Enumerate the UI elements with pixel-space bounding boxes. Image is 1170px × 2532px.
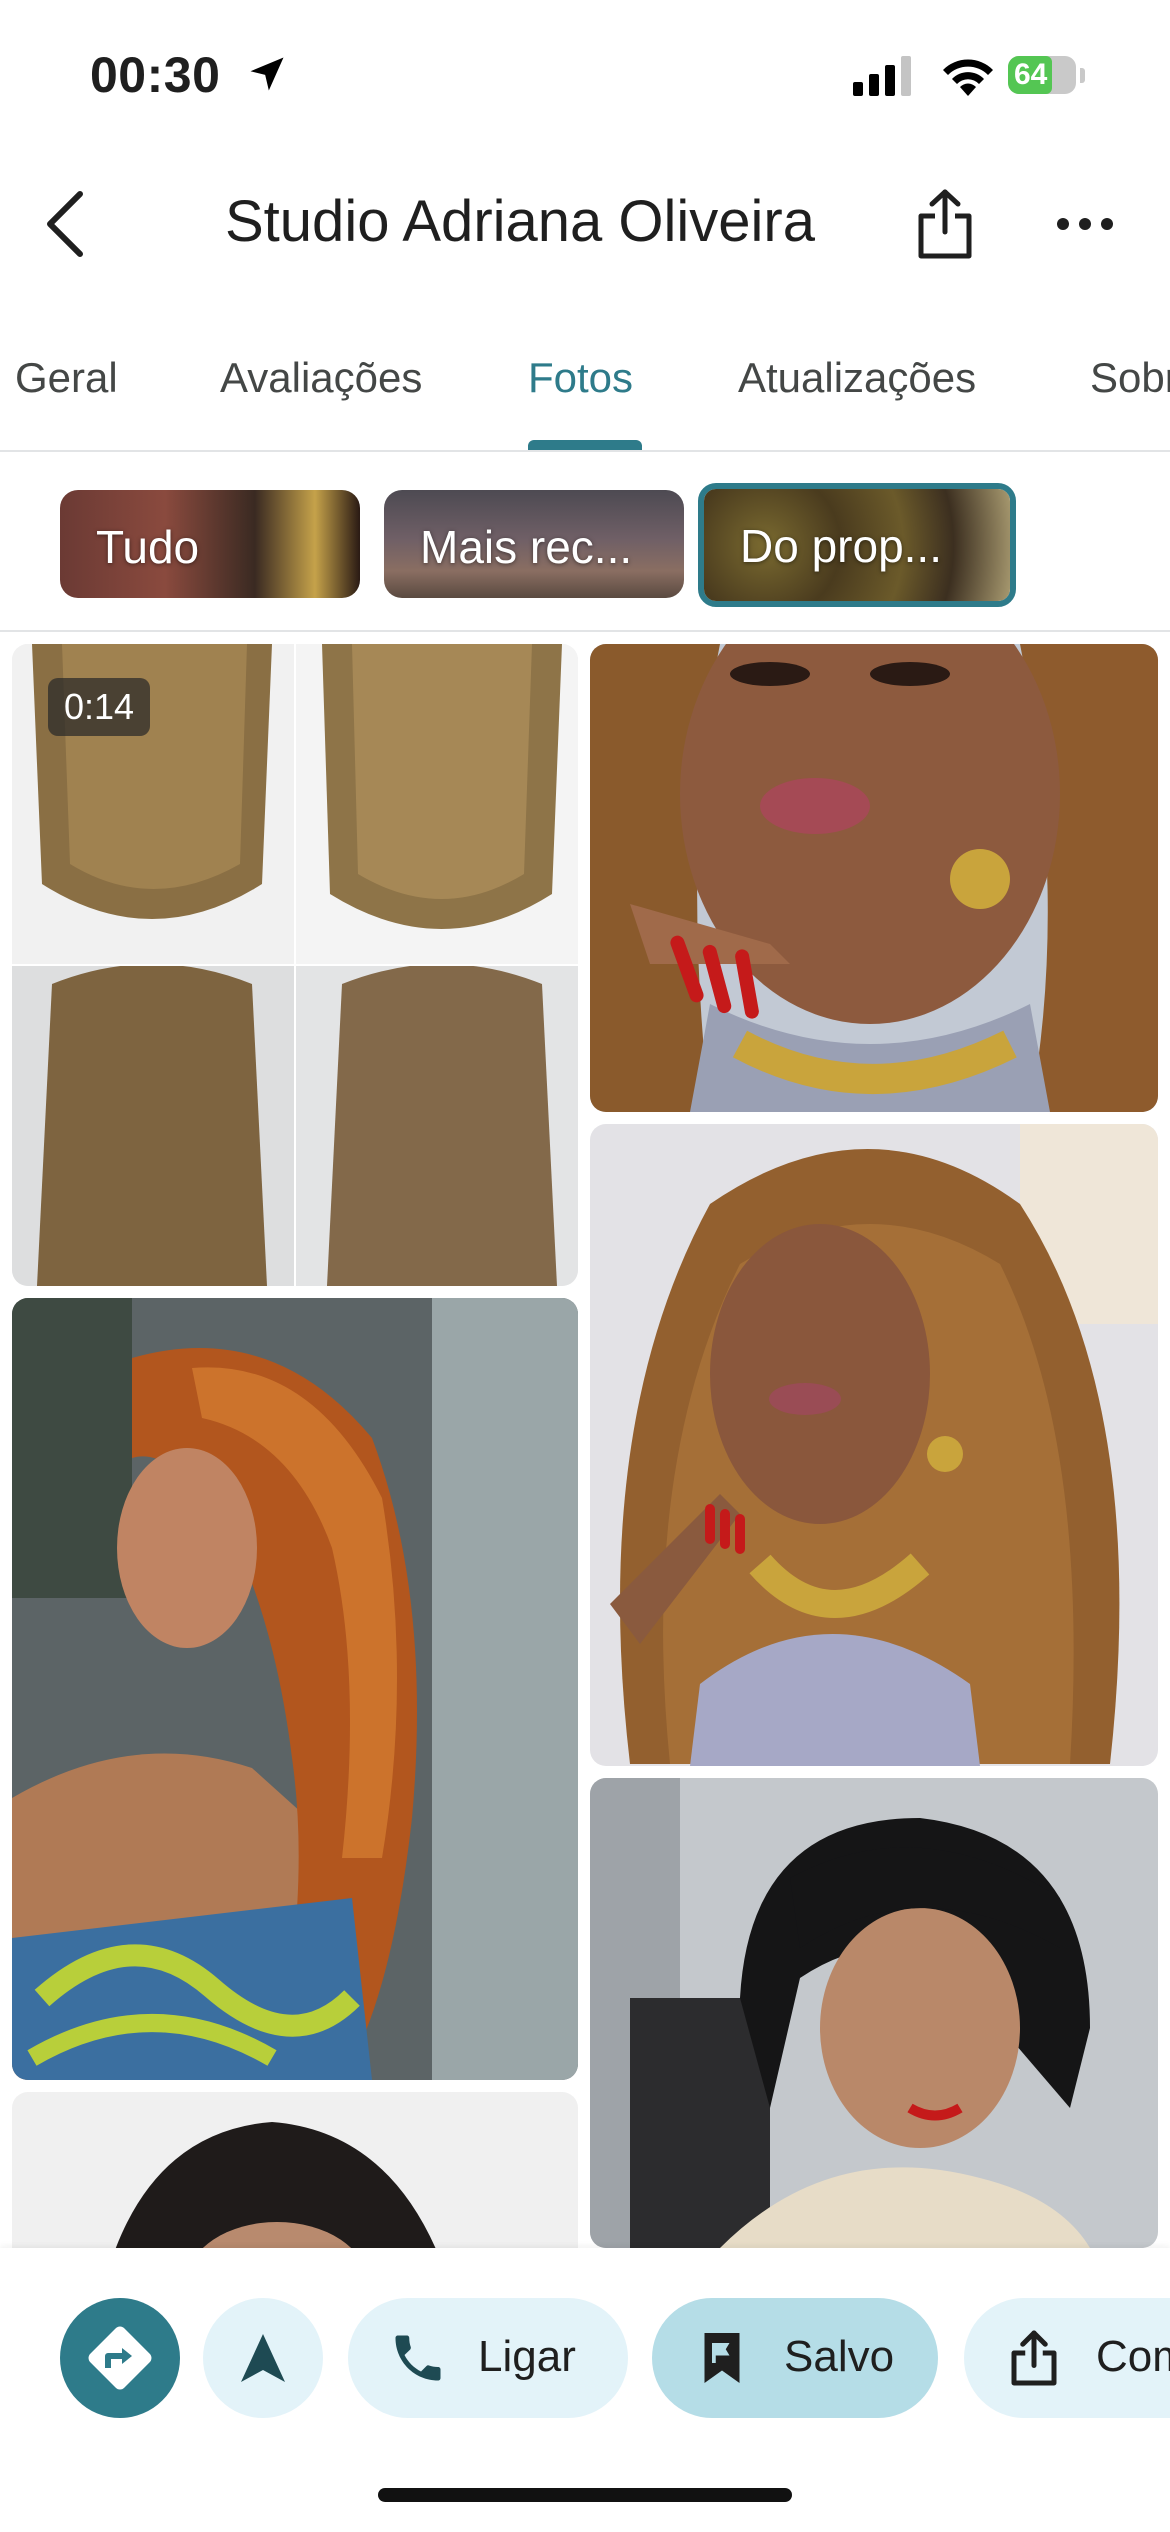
filter-chip-tudo[interactable]: Tudo (60, 490, 360, 598)
tab-atualizacoes[interactable]: Atualizações (738, 354, 976, 402)
phone-icon (395, 2335, 441, 2381)
photo-copper-hair[interactable] (12, 1298, 578, 2080)
tab-avaliacoes[interactable]: Avaliações (220, 354, 422, 402)
tab-geral[interactable]: Geral (15, 354, 118, 402)
tab-bar: Geral Avaliações Fotos Atualizações Sobr… (0, 330, 1170, 452)
home-indicator (378, 2488, 792, 2502)
status-bar: 00:30 64 (0, 0, 1170, 150)
chip-label: Mais rec... (420, 521, 633, 573)
share-icon (1011, 2330, 1057, 2386)
tab-fotos[interactable]: Fotos (528, 354, 633, 402)
share-button[interactable]: Compartilhar (964, 2298, 1170, 2418)
active-tab-indicator (528, 440, 642, 450)
dark-hair-image (12, 2092, 578, 2248)
video-duration-badge: 0:14 (48, 678, 151, 736)
status-time: 00:30 (90, 47, 221, 103)
wifi-icon (943, 59, 993, 96)
directions-icon (88, 2326, 152, 2390)
share-icon[interactable] (915, 188, 975, 260)
photo-dark-hair-partial[interactable] (12, 2092, 578, 2248)
filter-chip-mais-recentes[interactable]: Mais rec... (384, 490, 684, 598)
short-bob-image (590, 1778, 1158, 2248)
chip-label: Do prop... (740, 520, 942, 572)
filter-chip-do-proprietario[interactable]: Do prop... (698, 483, 1016, 607)
page-title: Studio Adriana Oliveira (225, 189, 815, 254)
navigate-icon (241, 2334, 285, 2382)
tab-sobre[interactable]: Sobre (1090, 354, 1170, 402)
photo-grid: 0:14 (0, 640, 1170, 2248)
saved-button[interactable]: Salvo (652, 2298, 938, 2418)
hair-collage-image (12, 644, 578, 1286)
battery-icon: 64 (1008, 54, 1088, 98)
saved-label: Salvo (784, 2332, 895, 2381)
start-navigation-button[interactable] (203, 2298, 323, 2418)
bookmark-icon (704, 2333, 740, 2383)
place-header: Studio Adriana Oliveira (0, 150, 1170, 300)
chip-label: Tudo (96, 521, 200, 573)
battery-percent: 64 (1014, 58, 1048, 91)
directions-button[interactable] (60, 2298, 180, 2418)
photo-filter-chips: Tudo Mais rec... Do prop... (0, 450, 1170, 632)
photo-hair-before-after-video[interactable]: 0:14 (12, 644, 578, 1286)
photo-curly-closeup[interactable] (590, 644, 1158, 1112)
copper-hair-image (12, 1298, 578, 2080)
signal-icon (853, 56, 911, 96)
curly-closeup-image (590, 644, 1158, 1112)
share-label: Compartilhar (1096, 2332, 1170, 2381)
curly-full-image (590, 1124, 1158, 1766)
more-icon[interactable] (1055, 212, 1115, 236)
call-label: Ligar (478, 2332, 576, 2381)
photo-curly-full[interactable] (590, 1124, 1158, 1766)
location-arrow-icon (250, 57, 284, 91)
call-button[interactable]: Ligar (348, 2298, 628, 2418)
photo-short-black-bob[interactable] (590, 1778, 1158, 2248)
